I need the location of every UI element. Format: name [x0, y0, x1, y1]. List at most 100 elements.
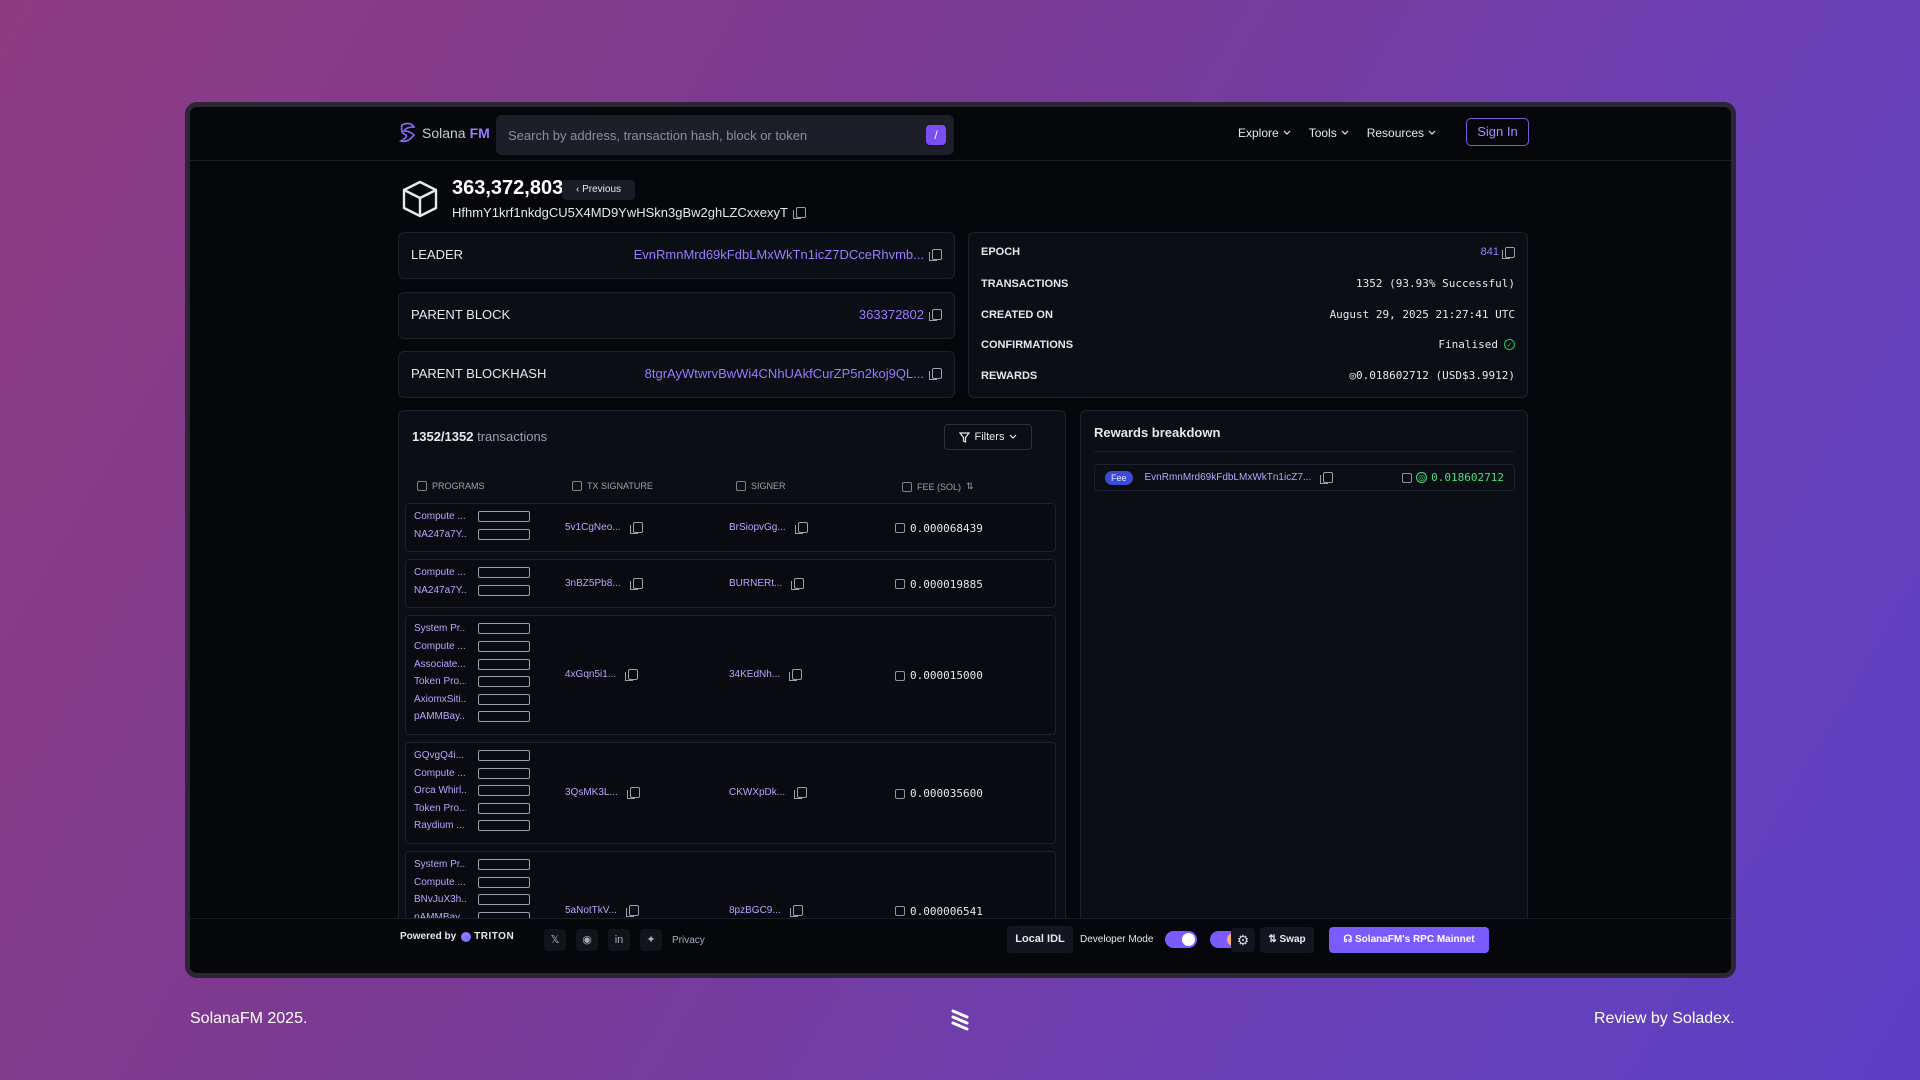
copy-icon[interactable] [478, 623, 530, 635]
signer[interactable]: BrSiopvGg... [729, 521, 808, 534]
epoch-link[interactable]: 841 [1481, 246, 1499, 258]
table-row[interactable]: System Pr... Compute ... Associate... Token… [405, 615, 1056, 735]
signer-link[interactable]: BrSiopvGg... [729, 522, 786, 533]
swap-button[interactable]: ⇅ Swap [1260, 927, 1314, 953]
program-item[interactable]: Compute ... [414, 640, 530, 652]
copy-icon[interactable] [625, 669, 639, 682]
signer[interactable]: 34KEdNh... [729, 669, 803, 682]
copy-icon[interactable] [478, 894, 530, 906]
copy-icon[interactable] [1320, 472, 1334, 484]
program-item[interactable]: Compute ... [414, 876, 530, 888]
copy-icon[interactable] [478, 676, 530, 688]
copy-icon[interactable] [625, 904, 639, 917]
signer[interactable]: CKWXpDk... [729, 787, 808, 799]
copy-icon[interactable] [478, 750, 530, 761]
program-item[interactable]: Orca Whirl... [414, 785, 530, 797]
copy-icon[interactable] [929, 368, 942, 380]
tx-signature[interactable]: 5v1CgNeo... [565, 521, 643, 534]
program-item[interactable]: Compute ... [414, 511, 530, 522]
parent-block-link[interactable]: 363372802 [859, 307, 924, 322]
copy-icon[interactable] [794, 521, 808, 534]
copy-icon[interactable] [789, 669, 803, 682]
copy-icon[interactable] [791, 577, 805, 590]
copy-icon[interactable] [478, 820, 530, 832]
developer-mode-toggle[interactable] [1165, 931, 1197, 948]
program-item[interactable]: System Pr... [414, 623, 530, 635]
copy-icon[interactable] [478, 711, 530, 723]
local-idl-button[interactable]: Local IDL [1007, 926, 1073, 953]
solanafm-logo[interactable]: Solana FM [398, 121, 490, 145]
copy-icon[interactable] [478, 640, 530, 652]
program-item[interactable]: Raydium ... [414, 820, 530, 832]
powered-by[interactable]: Powered by TRITON [400, 931, 514, 942]
rpc-selector-button[interactable]: ☊ SolanaFM's RPC Mainnet [1329, 927, 1489, 953]
tx-signature-link[interactable]: 3nBZ5Pb8... [565, 578, 621, 589]
leader-link[interactable]: EvnRmnMrd69kFdbLMxWkTn1icZ7DCceRhvmb... [634, 247, 924, 262]
program-item[interactable]: Token Pro... [414, 676, 530, 688]
table-row[interactable]: Compute ... NA247a7Y... 5v1CgNeo... BrSiopv… [405, 503, 1056, 553]
copy-icon[interactable] [478, 584, 530, 596]
copy-icon[interactable] [478, 511, 530, 522]
linkedin-icon[interactable]: in [608, 929, 630, 951]
program-item[interactable]: NA247a7Y... [414, 584, 530, 596]
copy-icon[interactable] [478, 567, 530, 579]
copy-icon[interactable] [478, 693, 530, 705]
nav-tools[interactable]: Tools [1309, 126, 1349, 140]
program-item[interactable]: Associate... [414, 658, 530, 670]
copy-icon[interactable] [478, 785, 530, 797]
tx-signature[interactable]: 5aNotTkV... [565, 904, 639, 917]
nav-explore[interactable]: Explore [1238, 126, 1291, 140]
program-item[interactable]: NA247a7Y... [414, 528, 530, 540]
signer-link[interactable]: CKWXpDk... [729, 787, 785, 798]
copy-icon[interactable] [626, 787, 640, 799]
copy-icon[interactable] [794, 787, 808, 799]
copy-icon[interactable] [478, 859, 530, 870]
signer-link[interactable]: 8pzBGC9... [729, 905, 781, 916]
signer-link[interactable]: BURNERt... [729, 578, 782, 589]
program-item[interactable]: Compute ... [414, 567, 530, 579]
copy-icon[interactable] [792, 207, 806, 219]
program-item[interactable]: BNvJuX3h... [414, 894, 530, 906]
copy-icon[interactable] [629, 577, 643, 590]
tx-signature[interactable]: 3QsMK3L... [565, 787, 640, 799]
search-input[interactable] [508, 127, 908, 143]
sparkle-icon[interactable]: ✦ [640, 929, 662, 951]
search-bar[interactable]: / [496, 115, 954, 155]
copy-icon[interactable] [478, 802, 530, 814]
copy-icon[interactable] [478, 528, 530, 540]
tx-signature-link[interactable]: 5aNotTkV... [565, 905, 617, 916]
settings-gear-icon[interactable]: ⚙ [1231, 928, 1255, 952]
program-item[interactable]: Compute ... [414, 767, 530, 779]
privacy-link[interactable]: Privacy [672, 935, 705, 946]
copy-icon[interactable] [478, 876, 530, 888]
nav-resources[interactable]: Resources [1367, 126, 1436, 140]
copy-icon[interactable] [1502, 246, 1515, 259]
table-row[interactable]: GQvgQ4i... Compute ... Orca Whirl... Token … [405, 742, 1056, 844]
previous-block-button[interactable]: ‹ Previous [562, 180, 635, 200]
sign-in-button[interactable]: Sign In [1466, 118, 1529, 146]
tx-signature[interactable]: 3nBZ5Pb8... [565, 577, 643, 590]
signer[interactable]: 8pzBGC9... [729, 904, 803, 917]
discord-icon[interactable]: ◉ [576, 929, 598, 951]
reward-address-link[interactable]: EvnRmnMrd69kFdbLMxWkTn1icZ7... [1145, 472, 1312, 483]
copy-icon[interactable] [789, 904, 803, 917]
program-item[interactable]: System Pr... [414, 859, 530, 870]
copy-icon[interactable] [929, 249, 942, 261]
parent-blockhash-link[interactable]: 8tgrAyWtwrvBwWi4CNhUAkfCurZP5n2koj9QL... [645, 366, 924, 381]
copy-icon[interactable] [629, 521, 643, 534]
copy-icon[interactable] [929, 309, 942, 321]
x-twitter-icon[interactable]: 𝕏 [544, 929, 566, 951]
tx-signature-link[interactable]: 3QsMK3L... [565, 787, 618, 798]
copy-icon[interactable] [478, 658, 530, 670]
program-item[interactable]: pAMMBay... [414, 711, 530, 723]
tx-signature[interactable]: 4xGqn5i1... [565, 669, 639, 682]
program-item[interactable]: GQvgQ4i... [414, 750, 530, 761]
signer[interactable]: BURNERt... [729, 577, 805, 590]
program-item[interactable]: Token Pro... [414, 802, 530, 814]
header-fee[interactable]: FEE (SOL) ⇅ [902, 481, 974, 492]
signer-link[interactable]: 34KEdNh... [729, 669, 780, 680]
tx-signature-link[interactable]: 4xGqn5i1... [565, 669, 616, 680]
program-item[interactable]: AxiomxSiti... [414, 693, 530, 705]
copy-icon[interactable] [478, 767, 530, 779]
tx-signature-link[interactable]: 5v1CgNeo... [565, 522, 621, 533]
